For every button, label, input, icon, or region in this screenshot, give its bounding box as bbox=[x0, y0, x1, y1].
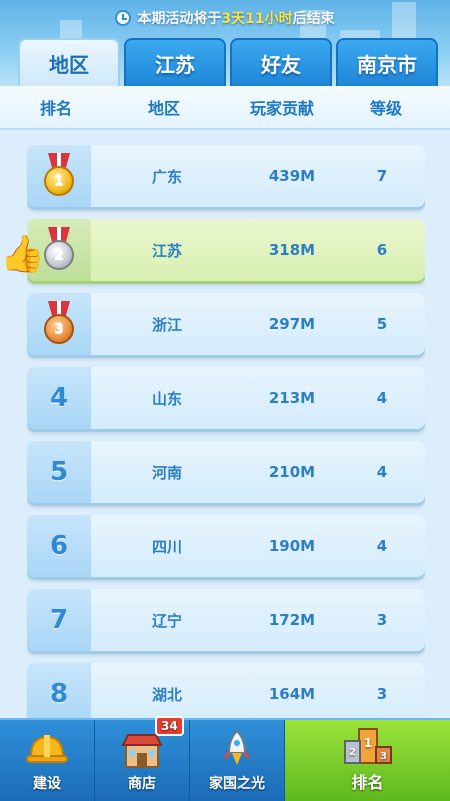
clock-icon bbox=[115, 10, 132, 26]
ranking-list[interactable]: 1 广东 439M 7 2 江苏 318M 6 3 浙江 297M 5 4 山东… bbox=[27, 145, 425, 718]
level-cell: 3 bbox=[376, 611, 388, 629]
region-cell: 山东 bbox=[151, 389, 182, 408]
contribution-cell: 210M bbox=[268, 463, 316, 481]
table-row[interactable]: 8 湖北 164M 3 bbox=[27, 663, 425, 718]
ranking-tabs: 地区 江苏 好友 南京市 bbox=[18, 38, 438, 86]
level-cell: 5 bbox=[376, 315, 388, 333]
contribution-cell: 213M bbox=[268, 389, 316, 407]
gold-medal-icon: 1 bbox=[42, 153, 76, 199]
contribution-cell: 164M bbox=[268, 685, 316, 703]
notice-highlight: 3天11小时 bbox=[221, 11, 293, 27]
tab-friends[interactable]: 好友 bbox=[230, 38, 332, 86]
level-cell: 6 bbox=[376, 241, 388, 259]
column-rank: 排名 bbox=[40, 99, 73, 118]
nav-build-button[interactable]: 建设 bbox=[0, 720, 95, 801]
table-row-highlighted[interactable]: 2 江苏 318M 6 bbox=[27, 219, 425, 281]
level-cell: 7 bbox=[376, 167, 388, 185]
svg-text:1: 1 bbox=[363, 736, 371, 750]
table-row[interactable]: 6 四川 190M 4 bbox=[27, 515, 425, 577]
bronze-medal-icon: 3 bbox=[42, 301, 76, 347]
nav-ranking-label: 排名 bbox=[351, 773, 384, 792]
tab-jiangsu[interactable]: 江苏 bbox=[124, 38, 226, 86]
contribution-cell: 297M bbox=[268, 315, 316, 333]
svg-text:2: 2 bbox=[349, 747, 356, 758]
column-level: 等级 bbox=[370, 99, 403, 118]
level-cell: 4 bbox=[376, 389, 388, 407]
rank-cell: 3 bbox=[27, 293, 91, 355]
region-cell: 广东 bbox=[151, 167, 182, 186]
rank-cell: 5 bbox=[27, 441, 91, 503]
rank-cell: 7 bbox=[27, 589, 91, 651]
region-cell: 浙江 bbox=[151, 315, 182, 334]
column-header: 排名 地区 玩家贡献 等级 bbox=[0, 86, 450, 130]
table-row[interactable]: 5 河南 210M 4 bbox=[27, 441, 425, 503]
shop-notification-badge: 34 bbox=[155, 716, 184, 736]
silver-medal-icon: 2 bbox=[42, 227, 76, 273]
contribution-cell: 439M bbox=[268, 167, 316, 185]
notice-suffix: 后结束 bbox=[292, 11, 335, 27]
column-contribution: 玩家贡献 bbox=[250, 99, 315, 118]
notice-prefix: 本期活动将于 bbox=[137, 11, 222, 27]
region-cell: 河南 bbox=[151, 463, 182, 482]
table-row[interactable]: 4 山东 213M 4 bbox=[27, 367, 425, 429]
region-cell: 四川 bbox=[151, 537, 182, 556]
table-row[interactable]: 1 广东 439M 7 bbox=[27, 145, 425, 207]
contribution-cell: 190M bbox=[268, 537, 316, 555]
podium-icon: 1 2 3 bbox=[343, 728, 392, 764]
nav-ranking-button[interactable]: 1 2 3 排名 bbox=[285, 720, 450, 801]
contribution-cell: 172M bbox=[268, 611, 316, 629]
nav-glory-label: 家国之光 bbox=[209, 776, 265, 792]
table-row[interactable]: 3 浙江 297M 5 bbox=[27, 293, 425, 355]
hard-hat-icon bbox=[26, 735, 68, 763]
rocket-icon bbox=[223, 729, 251, 765]
tab-region[interactable]: 地区 bbox=[18, 38, 120, 86]
thumbs-up-icon: 👍 bbox=[0, 234, 45, 275]
contribution-cell: 318M bbox=[268, 241, 316, 259]
nav-glory-button[interactable]: 家国之光 bbox=[190, 720, 285, 801]
level-cell: 4 bbox=[376, 463, 388, 481]
nav-shop-label: 商店 bbox=[128, 776, 156, 792]
rank-cell: 6 bbox=[27, 515, 91, 577]
tab-nanjing[interactable]: 南京市 bbox=[336, 38, 438, 86]
event-countdown-notice: 本期活动将于 3天11小时 后结束 bbox=[0, 6, 450, 30]
column-region: 地区 bbox=[148, 99, 181, 118]
rank-cell: 1 bbox=[27, 145, 91, 207]
svg-text:3: 3 bbox=[380, 751, 387, 762]
level-cell: 4 bbox=[376, 537, 388, 555]
nav-build-label: 建设 bbox=[33, 776, 61, 792]
region-cell: 江苏 bbox=[151, 241, 182, 260]
nav-shop-button[interactable]: 34 商店 bbox=[95, 716, 190, 801]
region-cell: 湖北 bbox=[151, 685, 182, 704]
level-cell: 3 bbox=[376, 685, 388, 703]
rank-cell: 8 bbox=[27, 663, 91, 718]
bottom-navigation: 建设 34 商店 家国之光 1 2 3 排名 bbox=[0, 716, 450, 801]
region-cell: 辽宁 bbox=[151, 611, 182, 630]
rank-cell: 4 bbox=[27, 367, 91, 429]
table-row[interactable]: 7 辽宁 172M 3 bbox=[27, 589, 425, 651]
